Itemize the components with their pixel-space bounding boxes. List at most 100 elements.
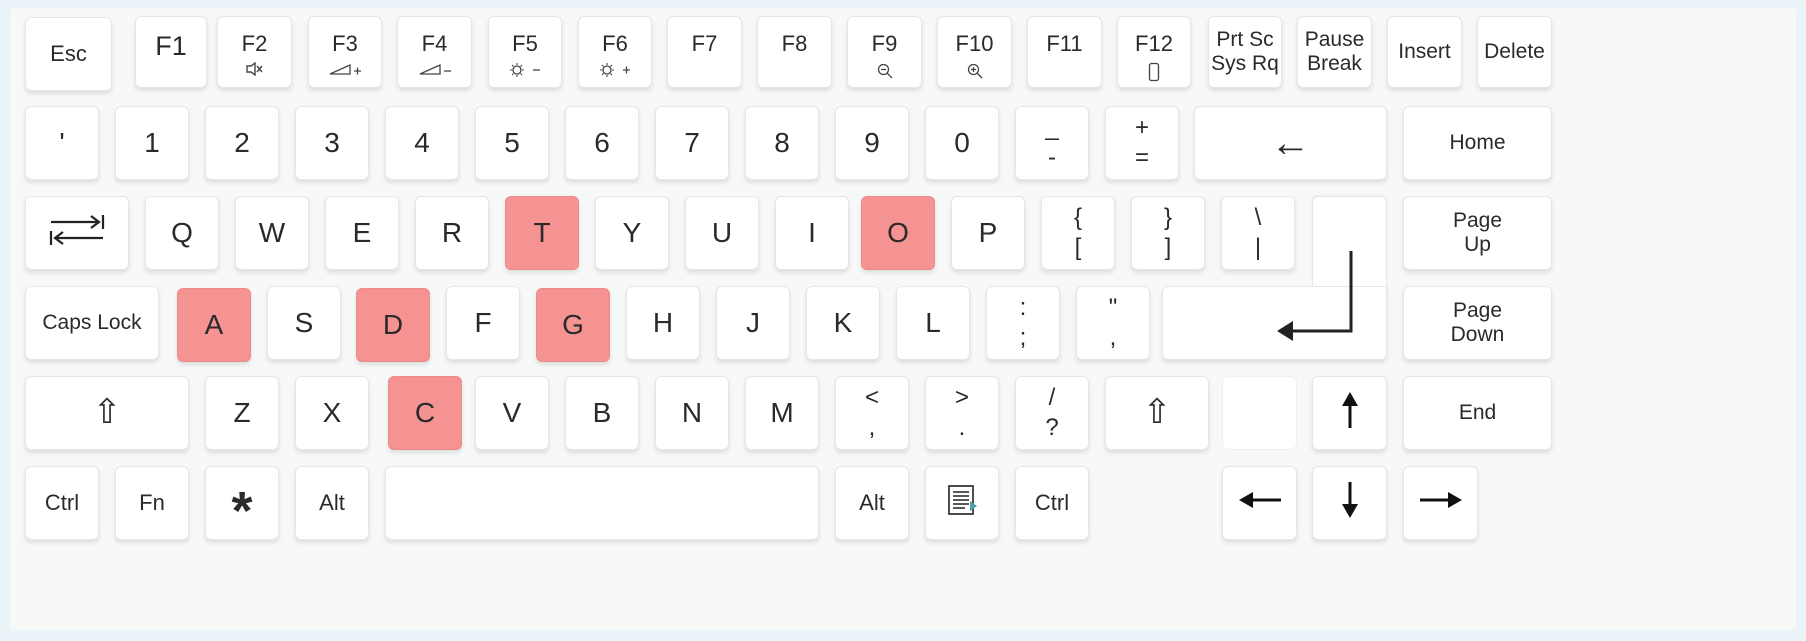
- key-label: F10: [955, 31, 994, 56]
- key-ralt[interactable]: Alt: [835, 466, 909, 540]
- key-esc[interactable]: Esc: [25, 17, 112, 91]
- key-f7[interactable]: F7: [667, 16, 742, 88]
- key-f[interactable]: F: [446, 286, 520, 360]
- key-menu[interactable]: [925, 466, 999, 540]
- key-up[interactable]: [1312, 376, 1387, 450]
- key-6[interactable]: 6: [565, 106, 639, 180]
- key-o[interactable]: O: [861, 196, 935, 270]
- key-equal[interactable]: + =: [1105, 106, 1179, 180]
- key-tab[interactable]: [25, 196, 129, 270]
- key-0[interactable]: 0: [925, 106, 999, 180]
- key-f5[interactable]: F5: [488, 16, 562, 88]
- key-r[interactable]: R: [415, 196, 489, 270]
- key-home[interactable]: Home: [1403, 106, 1552, 180]
- key-minus[interactable]: _ -: [1015, 106, 1089, 180]
- key-f4[interactable]: F4: [397, 16, 472, 88]
- key-label: 8: [774, 126, 790, 158]
- key-delete[interactable]: Delete: [1477, 16, 1552, 88]
- key-left[interactable]: [1222, 466, 1297, 540]
- key-l[interactable]: L: [896, 286, 970, 360]
- key-f1[interactable]: F1: [135, 16, 207, 88]
- key-backtick[interactable]: ': [25, 106, 99, 180]
- key-end[interactable]: End: [1403, 376, 1552, 450]
- key-f6[interactable]: F6: [578, 16, 652, 88]
- key-lbracket[interactable]: { [: [1041, 196, 1115, 270]
- key-c[interactable]: C: [388, 376, 462, 450]
- key-f12[interactable]: F12: [1117, 16, 1191, 88]
- key-label-bottom: Break: [1307, 52, 1362, 75]
- key-7[interactable]: 7: [655, 106, 729, 180]
- key-k[interactable]: K: [806, 286, 880, 360]
- key-f9[interactable]: F9: [847, 16, 922, 88]
- key-n[interactable]: N: [655, 376, 729, 450]
- key-label: U: [711, 216, 733, 248]
- key-d[interactable]: D: [356, 288, 430, 362]
- key-s[interactable]: S: [267, 286, 341, 360]
- on-screen-keyboard: Esc F1 F2 F3 F4 F5 F6 F7 F8 F9 F10 F11 F…: [10, 8, 1796, 630]
- key-down[interactable]: [1312, 466, 1387, 540]
- key-a[interactable]: A: [177, 288, 251, 362]
- key-g[interactable]: G: [536, 288, 610, 362]
- key-label-top: Page: [1452, 208, 1503, 232]
- key-b[interactable]: B: [565, 376, 639, 450]
- key-rctrl[interactable]: Ctrl: [1015, 466, 1089, 540]
- key-label: 6: [594, 126, 610, 158]
- key-capslock[interactable]: Caps Lock: [25, 286, 159, 360]
- key-label: F4: [421, 31, 448, 56]
- key-label-top: /: [1048, 384, 1056, 411]
- key-z[interactable]: Z: [205, 376, 279, 450]
- key-fn[interactable]: Fn: [115, 466, 189, 540]
- key-enter[interactable]: [1162, 251, 1387, 360]
- key-f2[interactable]: F2: [217, 16, 292, 88]
- key-i[interactable]: I: [775, 196, 849, 270]
- key-f3[interactable]: F3: [308, 16, 382, 88]
- key-h[interactable]: H: [626, 286, 700, 360]
- key-p[interactable]: P: [951, 196, 1025, 270]
- key-2[interactable]: 2: [205, 106, 279, 180]
- key-lshift[interactable]: ⇧: [25, 376, 189, 450]
- key-pageup[interactable]: Page Up: [1403, 196, 1552, 270]
- key-f8[interactable]: F8: [757, 16, 832, 88]
- key-insert[interactable]: Insert: [1387, 16, 1462, 88]
- key-space[interactable]: [385, 466, 819, 540]
- key-label: End: [1458, 400, 1497, 424]
- key-semicolon[interactable]: : ;: [986, 286, 1060, 360]
- key-label: I: [808, 216, 816, 248]
- key-t[interactable]: T: [505, 196, 579, 270]
- key-quote[interactable]: " ,: [1076, 286, 1150, 360]
- key-x[interactable]: X: [295, 376, 369, 450]
- volume-up-icon: [328, 62, 362, 76]
- key-8[interactable]: 8: [745, 106, 819, 180]
- key-4[interactable]: 4: [385, 106, 459, 180]
- key-9[interactable]: 9: [835, 106, 909, 180]
- key-label: Alt: [859, 490, 885, 516]
- key-5[interactable]: 5: [475, 106, 549, 180]
- key-slash[interactable]: / ?: [1015, 376, 1089, 450]
- key-e[interactable]: E: [325, 196, 399, 270]
- key-u[interactable]: U: [685, 196, 759, 270]
- key-q[interactable]: Q: [145, 196, 219, 270]
- key-f10[interactable]: F10: [937, 16, 1012, 88]
- key-m[interactable]: M: [745, 376, 819, 450]
- key-backspace[interactable]: ←: [1194, 106, 1387, 180]
- key-pause[interactable]: Pause Break: [1297, 16, 1372, 88]
- key-lctrl[interactable]: Ctrl: [25, 466, 99, 540]
- key-f11[interactable]: F11: [1027, 16, 1102, 88]
- key-v[interactable]: V: [475, 376, 549, 450]
- key-y[interactable]: Y: [595, 196, 669, 270]
- key-prtsc[interactable]: Prt Sc Sys Rq: [1208, 16, 1282, 88]
- key-w[interactable]: W: [235, 196, 309, 270]
- key-rshift[interactable]: ⇧: [1105, 376, 1209, 450]
- key-period[interactable]: > .: [925, 376, 999, 450]
- key-comma[interactable]: < ,: [835, 376, 909, 450]
- key-win[interactable]: *: [205, 466, 279, 540]
- key-label: 9: [864, 126, 880, 158]
- key-1[interactable]: 1: [115, 106, 189, 180]
- key-j[interactable]: J: [716, 286, 790, 360]
- key-right[interactable]: [1403, 466, 1478, 540]
- key-label-top: Pause: [1304, 27, 1365, 51]
- key-lalt[interactable]: Alt: [295, 466, 369, 540]
- key-rbracket[interactable]: } ]: [1131, 196, 1205, 270]
- key-3[interactable]: 3: [295, 106, 369, 180]
- key-pagedown[interactable]: Page Down: [1403, 286, 1552, 360]
